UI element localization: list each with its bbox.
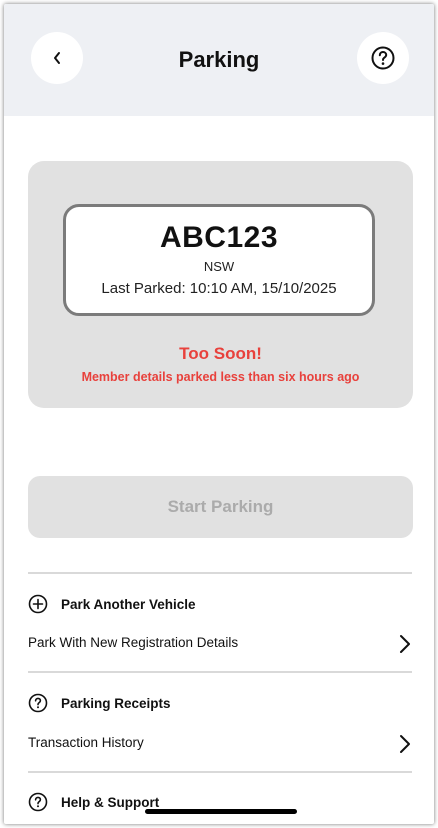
question-circle-icon [28, 792, 48, 812]
divider [28, 671, 412, 673]
park-new-registration-link[interactable]: Park With New Registration Details [4, 629, 434, 659]
plate-number: ABC123 [159, 221, 279, 254]
section-title: Park Another Vehicle [61, 596, 196, 612]
question-circle-icon [371, 46, 395, 70]
section-help-support[interactable]: Help & Support [28, 790, 159, 814]
row-label: Park With New Registration Details [28, 635, 239, 650]
last-parked-text: Last Parked: 10:10 AM, 15/10/2025 [101, 280, 337, 297]
divider [28, 771, 412, 773]
warning-title: Too Soon! [179, 344, 262, 363]
row-label: Transaction History [28, 735, 144, 750]
section-park-another-vehicle: Park Another Vehicle [28, 592, 196, 616]
chevron-right-icon [400, 635, 410, 653]
divider [28, 572, 412, 574]
chevron-right-icon [400, 735, 410, 753]
section-parking-receipts: Parking Receipts [28, 691, 171, 715]
section-title: Parking Receipts [61, 695, 171, 711]
header-bar: Parking [4, 4, 434, 116]
start-parking-button[interactable]: Start Parking [28, 476, 413, 538]
section-title: Help & Support [61, 794, 160, 810]
help-button[interactable] [357, 32, 409, 84]
vehicle-status-card: ABC123 NSW Last Parked: 10:10 AM, 15/10/… [28, 161, 413, 408]
question-circle-icon [28, 693, 48, 713]
home-indicator [145, 809, 297, 814]
transaction-history-link[interactable]: Transaction History [4, 729, 434, 759]
plate-state: NSW [203, 259, 235, 274]
app-screen: Parking ABC123 NSW Last Parked: 10:10 AM… [4, 4, 434, 824]
warning-message: Member details parked less than six hour… [81, 370, 360, 384]
plus-circle-icon [28, 594, 48, 614]
license-plate: ABC123 NSW Last Parked: 10:10 AM, 15/10/… [63, 204, 375, 316]
